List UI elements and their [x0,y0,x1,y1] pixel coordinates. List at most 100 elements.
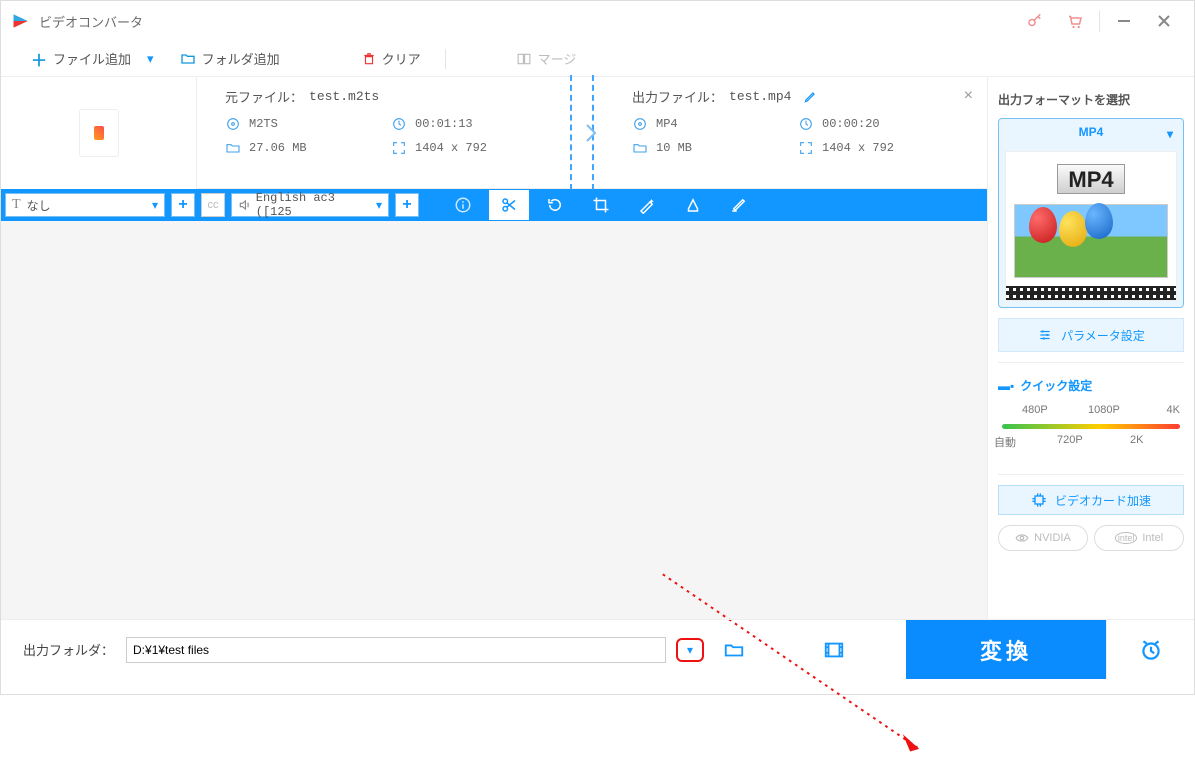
intel-chip[interactable]: intel Intel [1094,525,1184,551]
source-size: 27.06 MB [249,141,307,155]
folder-icon [225,140,241,156]
titlebar: ビデオコンバータ [1,1,1194,41]
close-button[interactable] [1144,1,1184,41]
intel-logo-icon: intel [1115,532,1138,544]
output-folder-dropdown[interactable]: ▾ [676,638,704,662]
add-file-button[interactable]: ＋ ファイル追加 ▾ [21,44,164,74]
audio-select[interactable]: English ac3 ([125 ▾ [231,193,389,217]
file-item: 元ファイル： test.m2ts M2TS 00:01:13 27.06 MB … [1,77,987,189]
fullscreen-icon [798,140,814,156]
add-subtitle-button[interactable]: + [171,193,195,217]
format-preview: MP4 [1005,151,1177,301]
chevron-down-icon: ▾ [152,198,158,212]
app-logo-icon [11,11,31,31]
sidebar: 出力フォーマットを選択 MP4 ▾ MP4 パラメータ設定 ▬▪ [988,77,1194,619]
output-format: MP4 [656,117,678,131]
item-actionbar: T なし ▾ + cc English ac3 ([125 ▾ + [1,189,987,221]
cart-icon[interactable] [1055,1,1095,41]
format-badge: MP4 [1057,164,1124,194]
rotate-icon[interactable] [535,190,575,220]
format-card[interactable]: MP4 ▾ MP4 [998,118,1184,308]
fullscreen-icon [391,140,407,156]
thumbnail[interactable] [1,77,197,189]
minimize-button[interactable] [1104,1,1144,41]
source-duration: 00:01:13 [415,117,473,131]
param-label: パラメータ設定 [1061,327,1145,344]
gpu-label: ビデオカード加速 [1055,492,1151,509]
folder-icon [632,140,648,156]
gpu-accel-button[interactable]: ビデオカード加速 [998,485,1184,515]
subtitle-label: なし [27,197,51,214]
list-area [1,221,987,619]
cc-button[interactable]: cc [201,193,225,217]
eye-icon [1015,531,1029,545]
source-format: M2TS [249,117,278,131]
add-folder-button[interactable]: フォルダ追加 [170,44,290,74]
subtitle-select[interactable]: T なし ▾ [5,193,165,217]
parameter-settings-button[interactable]: パラメータ設定 [998,318,1184,352]
clear-button[interactable]: クリア [352,44,431,74]
main-panel: 元ファイル： test.m2ts M2TS 00:01:13 27.06 MB … [1,77,988,619]
trash-icon [362,51,376,67]
output-folder-field[interactable] [126,637,666,663]
chevron-down-icon[interactable]: ▾ [147,51,154,67]
output-path-input[interactable] [127,643,665,657]
alarm-clock-icon [1138,637,1164,663]
divider [1099,10,1100,32]
source-filename: test.m2ts [309,89,379,104]
sidebar-title: 出力フォーマットを選択 [998,91,1184,108]
remove-item-icon[interactable]: × [964,87,973,105]
source-info: 元ファイル： test.m2ts M2TS 00:01:13 27.06 MB … [197,77,580,188]
body: 元ファイル： test.m2ts M2TS 00:01:13 27.06 MB … [1,77,1194,619]
output-size: 10 MB [656,141,692,155]
output-info: 出力ファイル： test.mp4 MP4 00:00:20 10 MB 1404… [604,77,987,188]
main-toolbar: ＋ ファイル追加 ▾ フォルダ追加 クリア マージ [1,41,1194,77]
audio-label: English ac3 ([125 [256,191,376,219]
divider [445,49,446,69]
output-folder-label: 出力フォルダ： [23,640,114,659]
film-icon[interactable] [816,632,852,668]
resolution-slider[interactable]: 480P 1080P 4K 自動 720P 2K [1002,410,1180,450]
app-title: ビデオコンバータ [39,12,1015,31]
schedule-button[interactable] [1106,620,1194,679]
effects-icon[interactable] [627,190,667,220]
format-name: MP4 [1079,125,1104,139]
source-dimensions: 1404 x 792 [415,141,487,155]
chevron-down-icon: ▾ [376,198,382,212]
clock-icon [798,116,814,132]
add-audio-button[interactable]: + [395,193,419,217]
add-file-label: ファイル追加 [53,49,131,68]
watermark-icon[interactable] [673,190,713,220]
quick-settings-title: ▬▪ クイック設定 [998,377,1184,394]
nvidia-chip[interactable]: NVIDIA [998,525,1088,551]
disc-icon [225,116,241,132]
pencil-icon[interactable] [803,90,817,104]
crop-icon[interactable] [581,190,621,220]
convert-button[interactable]: 変換 [906,620,1106,679]
chevron-down-icon[interactable]: ▾ [1167,127,1173,141]
open-folder-icon[interactable] [716,632,752,668]
folder-icon [180,51,196,67]
info-icon[interactable] [443,190,483,220]
clock-icon [391,116,407,132]
edit-icon[interactable] [719,190,759,220]
source-output-divider [580,77,604,188]
key-icon[interactable] [1015,1,1055,41]
disc-icon [632,116,648,132]
merge-icon [516,52,532,66]
output-duration: 00:00:20 [822,117,880,131]
sliders-icon [1037,328,1053,342]
plus-icon: ＋ [31,47,47,71]
scissors-icon[interactable] [489,190,529,220]
source-prefix: 元ファイル： [225,87,303,106]
chip-icon [1031,492,1047,508]
merge-button[interactable]: マージ [506,44,587,74]
footer: 出力フォルダ： ▾ 変換 [1,619,1194,679]
add-folder-label: フォルダ追加 [202,49,280,68]
app-window: ビデオコンバータ ＋ ファイル追加 ▾ フォルダ追加 クリア [0,0,1195,695]
sound-icon [238,198,252,212]
output-dimensions: 1404 x 792 [822,141,894,155]
output-filename: test.mp4 [729,89,791,104]
output-prefix: 出力ファイル： [632,87,723,106]
convert-label: 変換 [980,634,1032,666]
